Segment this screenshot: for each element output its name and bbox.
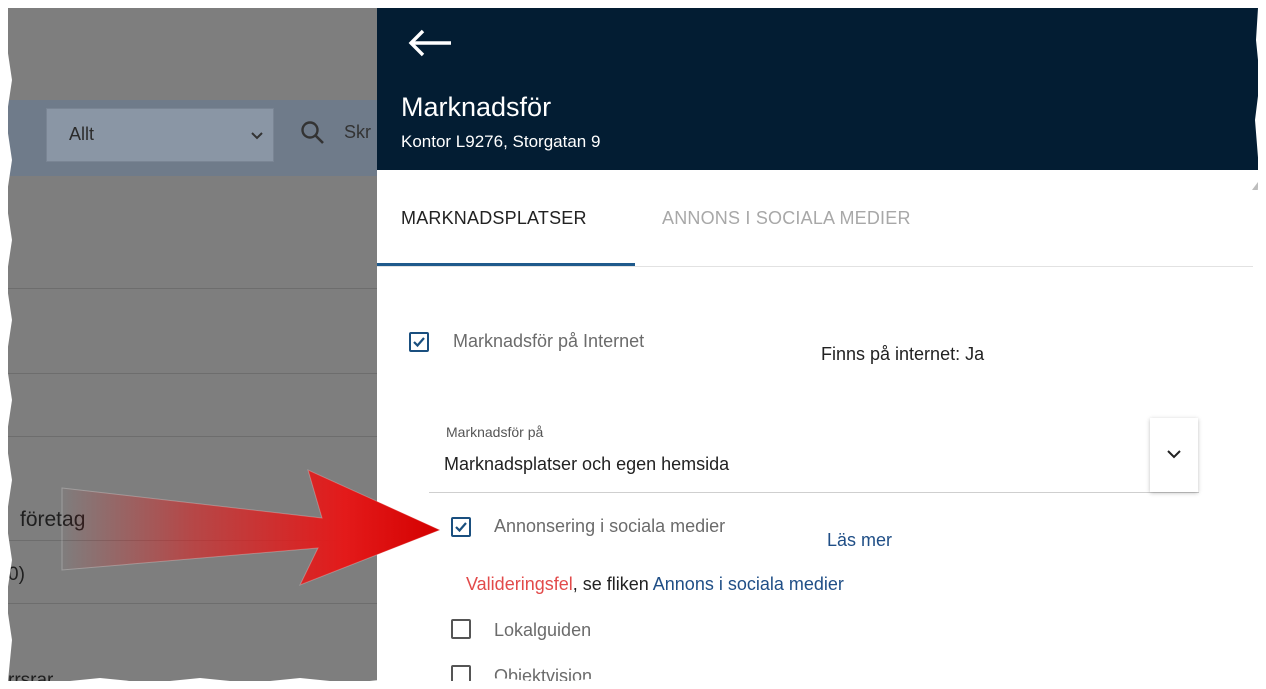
chevron-down-icon — [251, 132, 263, 140]
divider — [8, 436, 378, 437]
local-guide-label: Lokalguiden — [494, 620, 592, 640]
panel-subtitle: Kontor L9276, Storgatan 9 — [401, 132, 601, 151]
back-arrow-icon[interactable] — [407, 28, 453, 58]
divider — [8, 288, 378, 289]
divider — [8, 603, 378, 604]
filter-select[interactable]: Allt — [46, 108, 274, 162]
screenshot-frame: Allt Skr företag 0) rrsrar Marknadsför K… — [8, 8, 1258, 681]
tab-marknadsplatser[interactable]: MARKNADSPLATSER — [401, 208, 587, 229]
validation-message: Valideringsfel, se fliken Annons i socia… — [466, 574, 844, 595]
marketing-panel: Marknadsför Kontor L9276, Storgatan 9 MA… — [377, 8, 1258, 681]
background-row-partial: rrsrar — [8, 670, 54, 681]
background-row-count: 0) — [8, 564, 25, 585]
search-input-text[interactable]: Skr — [344, 122, 371, 143]
validation-tab-link[interactable]: Annons i sociala medier — [653, 574, 844, 594]
search-icon[interactable] — [300, 120, 326, 146]
background-app: Allt Skr företag 0) rrsrar — [8, 8, 378, 681]
checkmark-icon — [455, 522, 467, 533]
social-ads-checkbox[interactable] — [451, 517, 471, 537]
tab-annons-sociala-medier[interactable]: ANNONS I SOCIALA MEDIER — [662, 208, 911, 229]
local-guide-checkbox[interactable] — [451, 619, 471, 639]
validation-text: , se fliken — [572, 574, 653, 594]
chevron-down-icon — [1167, 450, 1181, 459]
scroll-up-icon[interactable] — [1252, 182, 1258, 190]
panel-title: Marknadsför — [401, 92, 552, 122]
market-internet-label: Marknadsför på Internet — [453, 331, 645, 351]
active-tab-indicator — [377, 263, 635, 266]
dropdown-button[interactable] — [1150, 418, 1198, 492]
filter-select-value: Allt — [69, 124, 95, 144]
market-on-select-value: Marknadsplatser och egen hemsida — [444, 454, 730, 474]
market-on-select-label: Marknadsför på — [446, 424, 544, 440]
read-more-link[interactable]: Läs mer — [827, 530, 892, 551]
divider — [8, 373, 378, 374]
checkmark-icon — [413, 337, 425, 348]
market-on-select[interactable]: Marknadsför på Marknadsplatser och egen … — [429, 410, 1199, 493]
social-ads-label: Annonsering i sociala medier — [494, 516, 726, 536]
divider — [8, 540, 378, 541]
objektvision-label: Objektvision — [494, 666, 593, 681]
background-row-company: företag — [20, 508, 86, 531]
panel-header: Marknadsför Kontor L9276, Storgatan 9 — [377, 8, 1258, 170]
market-internet-checkbox[interactable] — [409, 332, 429, 352]
validation-error-text: Valideringsfel — [466, 574, 573, 594]
objektvision-checkbox[interactable] — [451, 665, 471, 681]
tab-bar: MARKNADSPLATSER ANNONS I SOCIALA MEDIER — [377, 170, 1253, 267]
internet-status-text: Finns på internet: Ja — [821, 344, 985, 364]
